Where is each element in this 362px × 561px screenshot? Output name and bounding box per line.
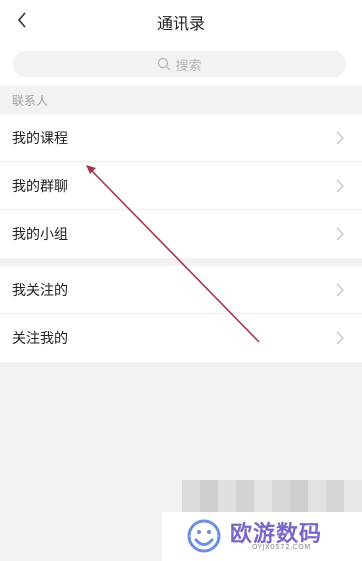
search-icon [158,57,171,71]
search-input[interactable]: 搜索 [13,51,346,77]
smiley-logo-icon [187,519,221,553]
watermark: 欧游数码 OYJX0572.COM [162,512,362,561]
page-title: 通讯录 [156,14,205,33]
list-item-my-courses[interactable]: 我的课程 [0,114,362,162]
list-item-followers[interactable]: 关注我的 [0,314,362,362]
list-item-my-groups-chat[interactable]: 我的群聊 [0,162,362,210]
section-label-contacts: 联系人 [12,94,49,108]
list-item-my-team[interactable]: 我的小组 [0,210,362,258]
chevron-right-icon [336,179,344,193]
chevron-right-icon [336,131,344,145]
follow-list: 我关注的 关注我的 [0,266,362,362]
list-item-label: 我的课程 [12,130,68,147]
mosaic-block [182,480,362,512]
search-placeholder: 搜索 [175,58,202,74]
chevron-right-icon [336,283,344,297]
header-bar: 通讯录 [0,0,362,42]
list-item-label: 关注我的 [12,331,68,347]
list-item-label: 我的群聊 [12,178,68,195]
list-item-label: 我关注的 [12,282,68,299]
list-item-following[interactable]: 我关注的 [0,266,362,314]
watermark-url: OYJX0572.COM [252,543,311,551]
list-item-label: 我的小组 [12,227,68,243]
contacts-list: 我的课程 我的群聊 我的小组 [0,114,362,258]
search-bar: 搜索 [0,42,362,86]
chevron-right-icon [336,331,344,345]
chevron-right-icon [336,227,344,241]
